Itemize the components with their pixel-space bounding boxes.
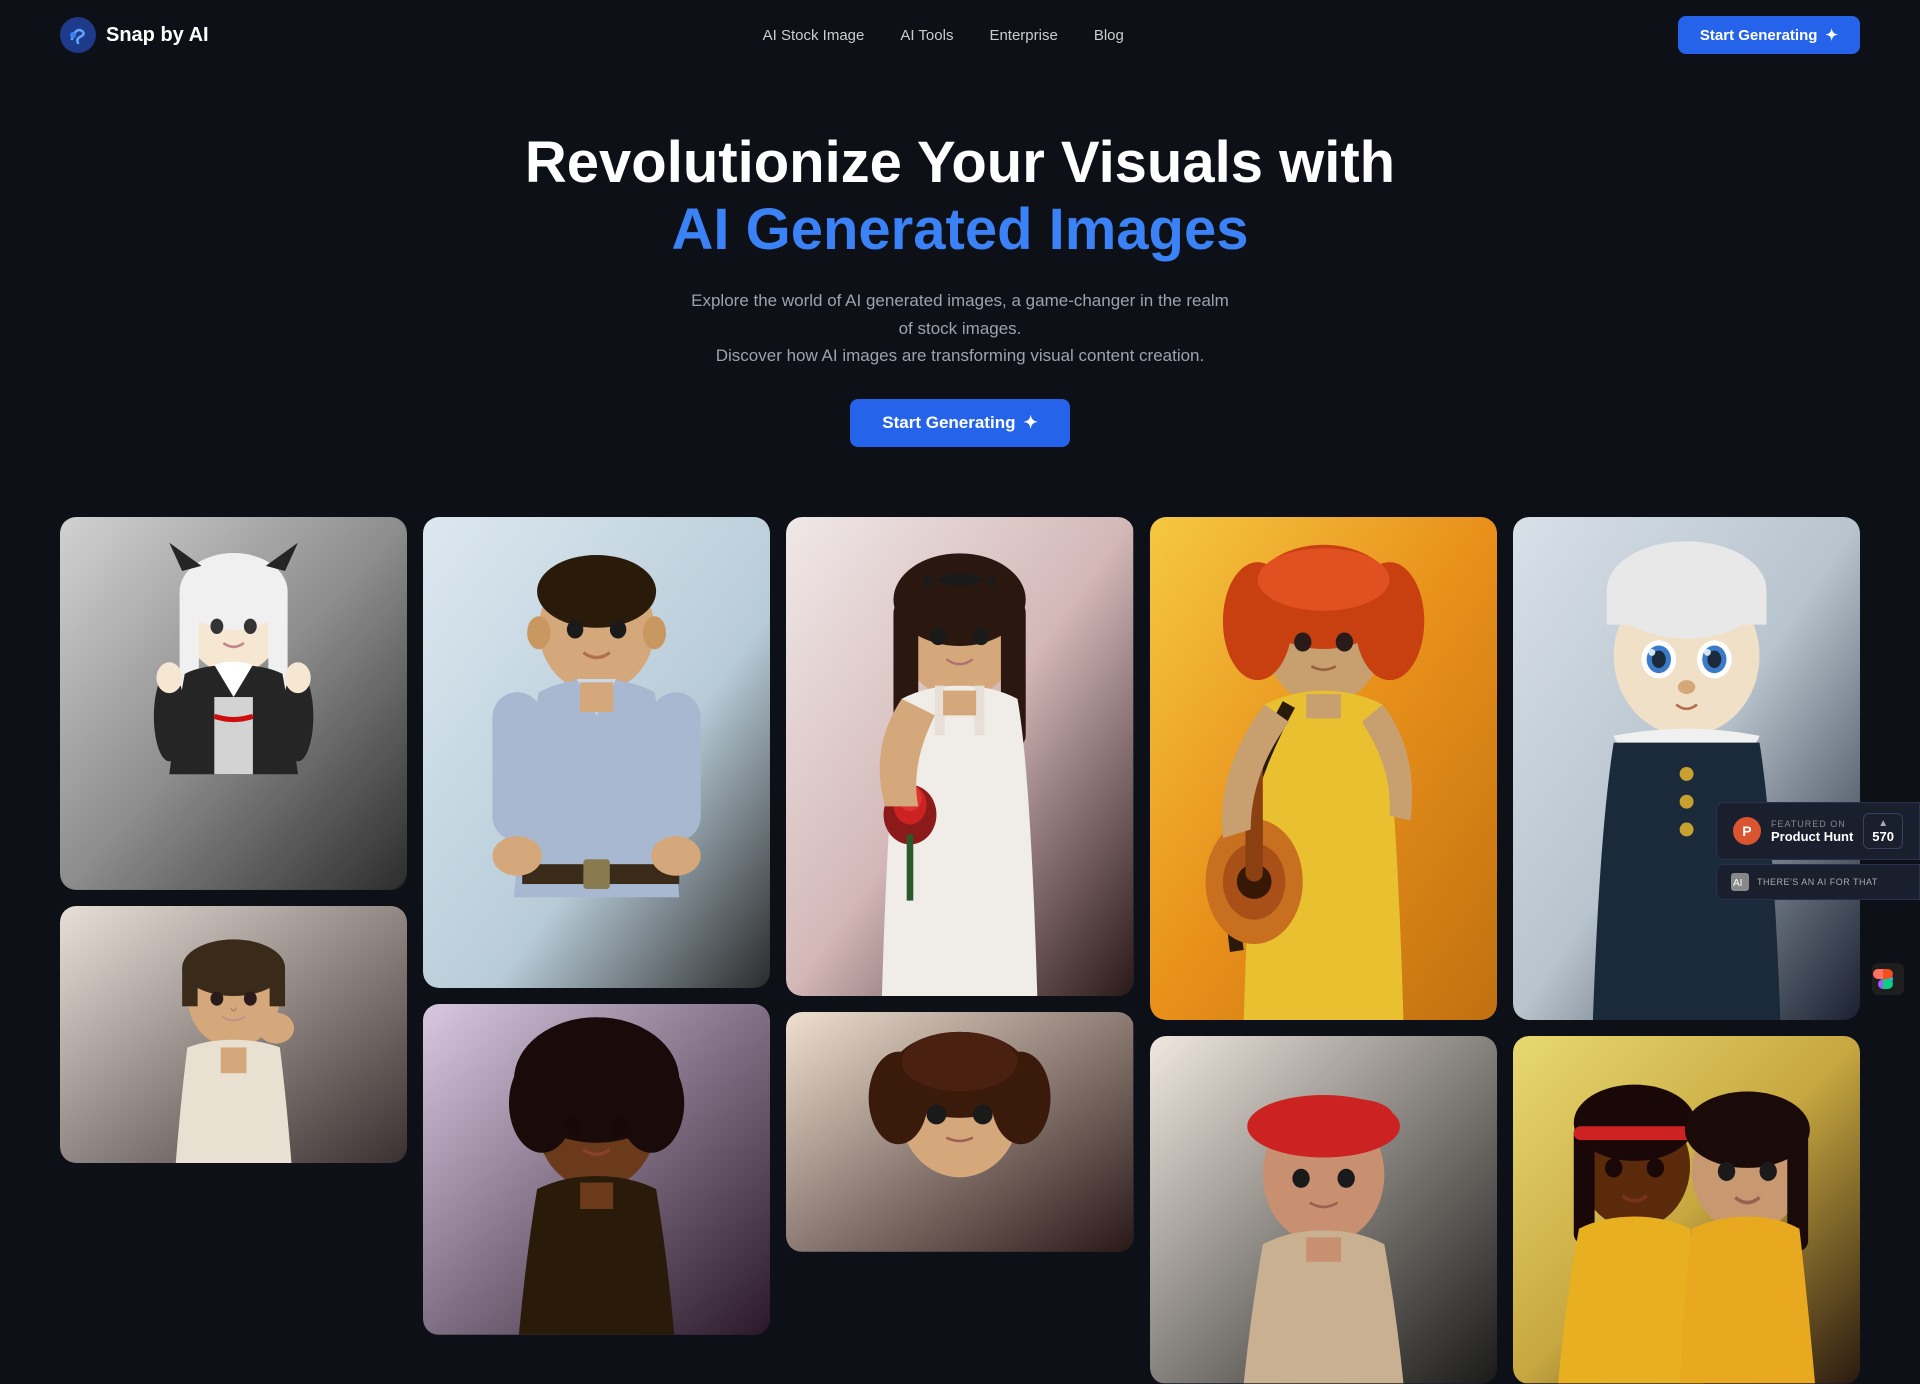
- image-card-anime: [60, 517, 407, 890]
- there-ai-badge[interactable]: AI THERE'S AN AI FOR THAT: [1716, 864, 1920, 900]
- nav-link-tools[interactable]: AI Tools: [900, 27, 953, 44]
- navbar: Snap by AI AI Stock Image AI Tools Enter…: [0, 0, 1920, 70]
- nav-link-stock[interactable]: AI Stock Image: [763, 27, 865, 44]
- image-card-redhead-guitar: [1150, 517, 1497, 1020]
- svg-text:AI: AI: [1733, 878, 1742, 889]
- image-col-2: [423, 517, 770, 1335]
- nav-link-enterprise[interactable]: Enterprise: [989, 27, 1057, 44]
- image-col-1: [60, 517, 407, 1163]
- figma-button[interactable]: [1872, 963, 1904, 1000]
- hero-section: Revolutionize Your Visuals with AI Gener…: [0, 70, 1920, 517]
- image-card-curly: [786, 1012, 1133, 1252]
- start-generating-hero-button[interactable]: Start Generating ✦: [850, 399, 1069, 447]
- image-card-girl-rose: [786, 517, 1133, 996]
- start-generating-nav-button[interactable]: Start Generating ✦: [1678, 16, 1860, 54]
- image-card-short-hair: [60, 906, 407, 1163]
- product-hunt-badge-container: P FEATURED ON Product Hunt ▲ 570 AI THER…: [1716, 802, 1920, 900]
- image-card-man-shirt: [423, 517, 770, 988]
- there-ai-label: THERE'S AN AI FOR THAT: [1757, 877, 1878, 887]
- hero-subtitle: Explore the world of AI generated images…: [690, 287, 1230, 369]
- image-card-kid: [1513, 517, 1860, 1020]
- figma-icon: [1872, 963, 1904, 995]
- product-hunt-vote-count: ▲ 570: [1863, 813, 1903, 849]
- image-card-two-women: [1513, 1036, 1860, 1383]
- product-hunt-icon: P: [1733, 817, 1761, 845]
- image-card-red-beret: [1150, 1036, 1497, 1383]
- nav-links: AI Stock Image AI Tools Enterprise Blog: [763, 27, 1124, 44]
- hero-title-line2: AI Generated Images: [20, 197, 1900, 264]
- product-hunt-text: FEATURED ON Product Hunt: [1771, 819, 1853, 844]
- nav-link-blog[interactable]: Blog: [1094, 27, 1124, 44]
- image-col-4: [1150, 517, 1497, 1384]
- image-col-5: [1513, 517, 1860, 1384]
- logo[interactable]: Snap by AI: [60, 17, 209, 53]
- there-ai-icon: AI: [1731, 873, 1749, 891]
- product-hunt-badge[interactable]: P FEATURED ON Product Hunt ▲ 570: [1716, 802, 1920, 860]
- hero-title-line1: Revolutionize Your Visuals with: [20, 130, 1900, 197]
- brand-name: Snap by AI: [106, 24, 209, 47]
- image-card-black-woman: [423, 1004, 770, 1335]
- image-grid: [0, 517, 1920, 1384]
- image-col-3: [786, 517, 1133, 1252]
- logo-icon: [60, 17, 96, 53]
